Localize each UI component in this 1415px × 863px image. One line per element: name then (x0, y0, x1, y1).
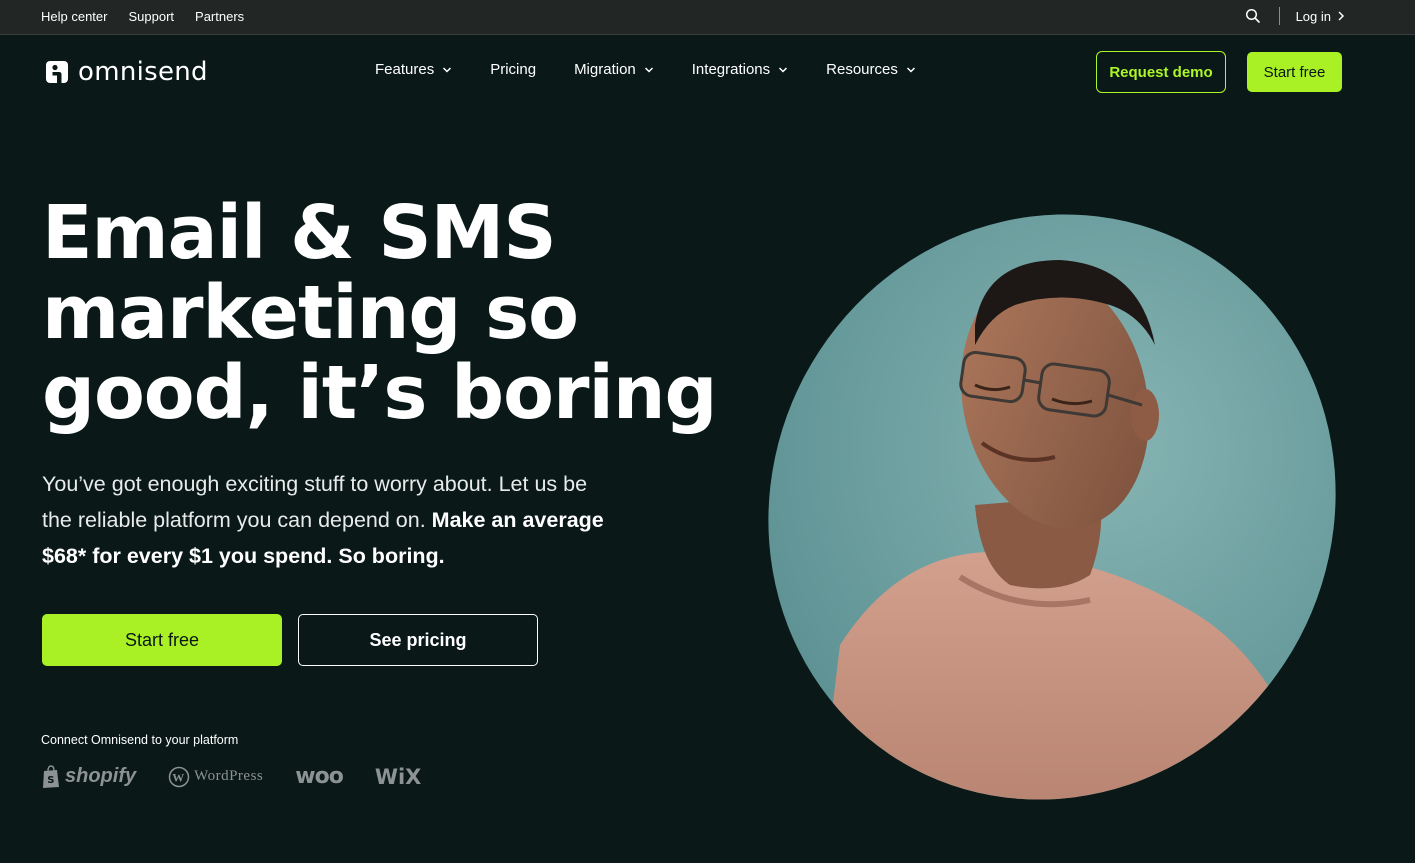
hero-title-line: Email & SMS (42, 190, 557, 276)
nav-item-migration[interactable]: Migration (574, 61, 654, 78)
nav-item-label: Integrations (691, 61, 771, 78)
woo-wordmark: woo (295, 764, 344, 789)
wordpress-wordmark: WordPress (194, 768, 264, 784)
nav-item-label: Pricing (490, 61, 537, 78)
utility-bar: Help center Support Partners Log in (0, 0, 1415, 35)
nav-item-integrations[interactable]: Integrations (692, 61, 788, 78)
svg-text:W: W (172, 770, 184, 784)
hero-title: Email & SMS marketing so good, it’s bori… (42, 193, 722, 433)
wix-logo[interactable]: WiX (375, 765, 422, 789)
nav-item-resources[interactable]: Resources (826, 61, 916, 78)
svg-text:S: S (47, 775, 54, 786)
utility-divider (1278, 7, 1280, 25)
utility-links: Help center Support Partners (41, 9, 265, 24)
main-nav: omnisend Features Pricing Migration Inte… (0, 36, 1415, 108)
hero-title-line: good, it’s boring (42, 350, 717, 436)
hero-subtitle: You’ve got enough exciting stuff to worr… (42, 466, 622, 574)
nav-item-pricing[interactable]: Pricing (490, 61, 536, 78)
connect-platform-label: Connect Omnisend to your platform (41, 733, 239, 747)
chevron-down-icon (443, 66, 452, 73)
logo[interactable]: omnisend (46, 57, 208, 87)
wordpress-icon: W (168, 766, 190, 787)
hero-title-line: marketing so (42, 270, 579, 356)
woo-logo[interactable]: woo (295, 764, 344, 789)
omnisend-logo-icon (46, 61, 68, 83)
start-free-hero-button[interactable]: Start free (42, 614, 282, 666)
nav-item-label: Migration (574, 61, 636, 78)
login-link[interactable]: Log in (1296, 9, 1345, 24)
see-pricing-button[interactable]: See pricing (298, 614, 538, 666)
hero-portrait-image (760, 205, 1345, 810)
chevron-down-icon (644, 66, 653, 73)
platform-logos: S shopify W WordPress woo WiX (41, 764, 453, 789)
nav-item-label: Resources (826, 61, 898, 78)
shopify-bag-icon: S (43, 764, 59, 788)
help-center-link[interactable]: Help center (41, 9, 107, 24)
wix-wordmark: WiX (374, 764, 422, 789)
search-icon[interactable] (1245, 8, 1261, 24)
nav-item-features[interactable]: Features (375, 61, 452, 78)
request-demo-button[interactable]: Request demo (1096, 51, 1226, 93)
login-label: Log in (1295, 8, 1331, 24)
wordpress-logo[interactable]: W WordPress (168, 766, 263, 788)
chevron-down-icon (779, 66, 788, 73)
chevron-right-icon (1338, 11, 1345, 21)
start-free-nav-button[interactable]: Start free (1247, 52, 1342, 92)
utility-right: Log in (1245, 7, 1345, 25)
shopify-logo[interactable]: S shopify (41, 764, 137, 789)
support-link[interactable]: Support (128, 9, 174, 24)
brand-name: omnisend (78, 57, 208, 87)
chevron-down-icon (906, 66, 915, 73)
nav-menu: Features Pricing Migration Integrations … (375, 61, 916, 78)
nav-item-label: Features (375, 61, 435, 78)
shopify-wordmark: shopify (65, 765, 137, 787)
partners-link[interactable]: Partners (195, 9, 244, 24)
